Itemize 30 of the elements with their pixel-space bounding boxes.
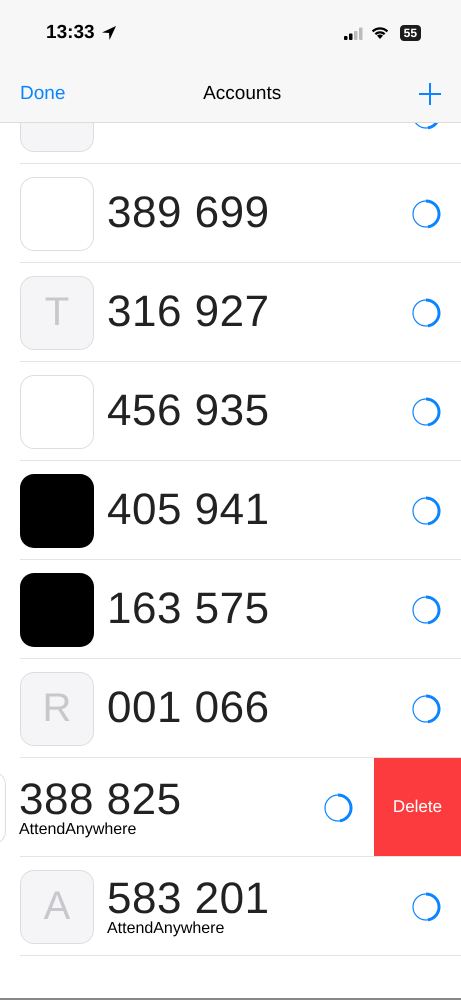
add-button[interactable] xyxy=(418,83,441,105)
one-time-code: 316 927 xyxy=(107,288,271,337)
delete-button[interactable]: Delete xyxy=(374,758,461,856)
status-time: 13:33 xyxy=(46,22,95,44)
wifi-icon xyxy=(370,26,390,40)
countdown-ring-icon xyxy=(411,396,441,426)
account-row[interactable]: 388 825 AttendAnywhere Delete xyxy=(0,758,461,857)
countdown-ring-icon xyxy=(411,198,441,228)
account-row[interactable]: 163 575 xyxy=(0,560,461,659)
location-arrow-icon xyxy=(100,25,117,41)
plus-icon xyxy=(418,83,441,105)
countdown-ring-icon xyxy=(323,792,353,822)
screen-title: Accounts xyxy=(203,83,282,105)
countdown-ring-icon xyxy=(411,298,441,328)
account-row[interactable]: 389 699 xyxy=(0,164,461,263)
account-issuer: AttendAnywhere xyxy=(107,920,226,938)
battery-indicator: 55 xyxy=(400,25,421,41)
countdown-ring-icon xyxy=(411,496,441,526)
one-time-code: 405 941 xyxy=(107,486,271,535)
one-time-code: 456 935 xyxy=(107,387,271,436)
one-time-code: 389 699 xyxy=(107,189,271,238)
countdown-ring-icon xyxy=(411,892,441,922)
account-row[interactable]: 456 935 xyxy=(0,362,461,461)
countdown-ring-icon xyxy=(411,594,441,624)
account-row[interactable]: 405 941 xyxy=(0,461,461,560)
one-time-code: 163 575 xyxy=(107,585,271,634)
account-issuer: AttendAnywhere xyxy=(19,821,138,840)
countdown-ring-icon xyxy=(411,694,441,724)
signal-icon xyxy=(344,26,364,40)
one-time-code: 001 066 xyxy=(107,684,271,733)
